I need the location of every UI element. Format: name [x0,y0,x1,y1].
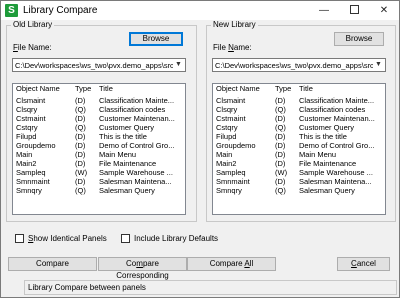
new-library-legend: New Library [211,20,258,30]
old-library-group: Old Library Browse File Name: C:\Dev\wor… [6,20,197,222]
list-item[interactable]: Sampleq (W) Sample Warehouse ... [13,168,185,177]
new-library-object-list[interactable]: Object Name Type Title Clsmaint (D) Classi… [212,83,386,215]
title-cell: Salesman Query [99,186,155,195]
maximize-button[interactable] [339,1,369,20]
list-item[interactable]: Cstqry (Q) Customer Query [213,123,385,132]
list-item[interactable]: Sampleq (W) Sample Warehouse ... [213,168,385,177]
list-item[interactable]: Smnmaint (D) Salesman Maintena... [213,177,385,186]
old-library-list-header: Object Name Type Title [13,84,185,95]
title-cell: Salesman Query [299,186,355,195]
maximize-icon [349,4,359,14]
list-item[interactable]: Groupdemo (D) Demo of Control Gro... [13,141,185,150]
list-item[interactable]: Clsmaint (D) Classification Mainte... [213,96,385,105]
list-item[interactable]: Main (D) Main Menu [213,150,385,159]
close-icon: ✕ [379,5,389,16]
column-header-object-name: Object Name [16,84,60,93]
chevron-down-icon[interactable]: ▼ [173,60,184,70]
title-bar[interactable]: S Library Compare — ✕ [1,1,399,20]
show-identical-panels-label[interactable]: Show Identical Panels [28,234,107,244]
column-header-type: Type [75,84,92,93]
new-library-file-name-combo[interactable]: C:\Dev\workspaces\ws_two\pvx.demo_apps\s… [212,58,386,72]
library-compare-window: S Library Compare — ✕ Old Library Browse… [0,0,400,298]
old-library-file-name-value: C:\Dev\workspaces\ws_two\pvx.demo_apps\s… [15,61,173,70]
status-text: Library Compare between panels [28,283,146,292]
column-header-title: Title [299,84,313,93]
list-item[interactable]: Filupd (D) This is the title [213,132,385,141]
list-item[interactable]: Main2 (D) File Maintenance [13,159,185,168]
list-item[interactable]: Cstqry (Q) Customer Query [13,123,185,132]
list-item[interactable]: Clsmaint (D) Classification Mainte... [13,96,185,105]
list-item[interactable]: Main2 (D) File Maintenance [213,159,385,168]
new-library-group: New Library Browse File Name: C:\Dev\wor… [206,20,396,222]
compare-button[interactable]: Compare [8,257,97,271]
object-name-cell: Smnqry [16,186,42,195]
minimize-icon: — [319,5,329,16]
old-library-file-name-label: File Name: [13,43,52,52]
type-cell: (Q) [275,186,286,195]
show-identical-panels-checkbox[interactable] [15,234,24,243]
column-header-title: Title [99,84,113,93]
include-library-defaults-label[interactable]: Include Library Defaults [134,234,218,244]
list-item[interactable]: Smnmaint (D) Salesman Maintena... [13,177,185,186]
list-item[interactable]: Smnqry (Q) Salesman Query [213,186,385,195]
list-item[interactable]: Main (D) Main Menu [13,150,185,159]
list-item[interactable]: Clsqry (Q) Classification codes [213,105,385,114]
close-button[interactable]: ✕ [369,1,399,20]
new-library-list-header: Object Name Type Title [213,84,385,95]
app-icon: S [5,4,18,17]
cancel-button[interactable]: Cancel [337,257,390,271]
new-library-browse-button[interactable]: Browse [334,32,384,46]
type-cell: (Q) [75,186,86,195]
include-library-defaults-checkbox[interactable] [121,234,130,243]
list-item[interactable]: Smnqry (Q) Salesman Query [13,186,185,195]
old-library-browse-button[interactable]: Browse [129,32,183,46]
list-item[interactable]: Filupd (D) This is the title [13,132,185,141]
column-header-type: Type [275,84,292,93]
old-library-legend: Old Library [11,20,55,30]
compare-all-button[interactable]: Compare All [187,257,276,271]
minimize-button[interactable]: — [309,1,339,20]
list-item[interactable]: Clsqry (Q) Classification codes [13,105,185,114]
new-library-file-name-value: C:\Dev\workspaces\ws_two\pvx.demo_apps\s… [215,61,373,70]
window-title: Library Compare [23,5,98,16]
chevron-down-icon[interactable]: ▼ [373,60,384,70]
status-bar: Library Compare between panels [24,280,397,295]
new-library-file-name-label: File Name: [213,43,252,52]
object-name-cell: Smnqry [216,186,242,195]
list-item[interactable]: Groupdemo (D) Demo of Control Gro... [213,141,385,150]
column-header-object-name: Object Name [216,84,260,93]
compare-corresponding-button[interactable]: Compare Corresponding [98,257,187,280]
old-library-file-name-combo[interactable]: C:\Dev\workspaces\ws_two\pvx.demo_apps\s… [12,58,186,72]
list-item[interactable]: Cstmaint (D) Customer Maintenan... [13,114,185,123]
list-item[interactable]: Cstmaint (D) Customer Maintenan... [213,114,385,123]
old-library-object-list[interactable]: Object Name Type Title Clsmaint (D) Classi… [12,83,186,215]
